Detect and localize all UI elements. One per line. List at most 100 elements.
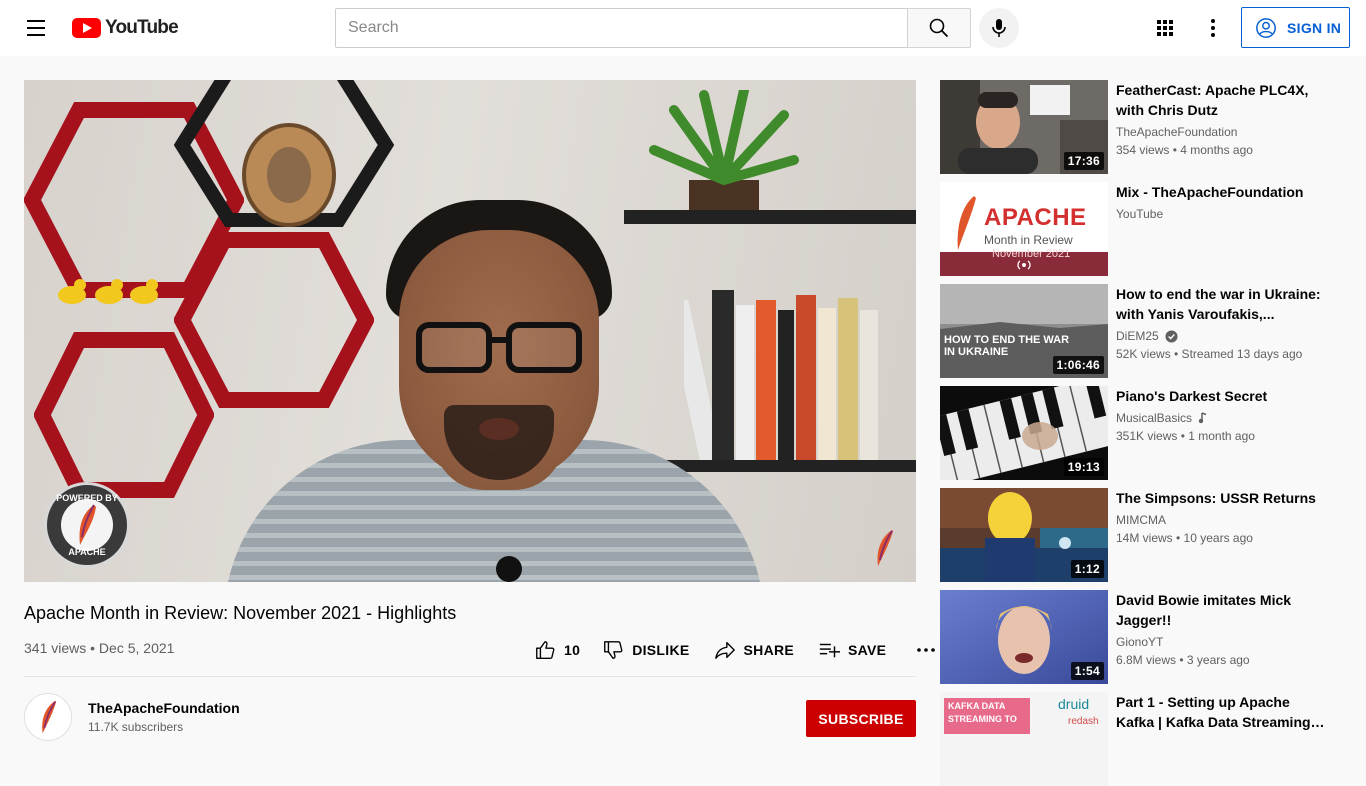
video-title[interactable]: David Bowie imitates Mick Jagger!! xyxy=(1116,590,1328,630)
subscribe-button[interactable]: SUBSCRIBE xyxy=(806,700,916,737)
dislike-label: DISLIKE xyxy=(632,642,690,658)
settings-more-button[interactable] xyxy=(1197,12,1229,44)
youtube-logo-icon xyxy=(72,18,101,38)
youtube-logo[interactable]: YouTube xyxy=(72,17,179,39)
thumb-brand-druid: druid xyxy=(1058,696,1090,712)
video-player[interactable]: POWERED BY APACHE xyxy=(24,80,916,582)
apps-button[interactable] xyxy=(1149,12,1181,44)
video-title[interactable]: Piano's Darkest Secret xyxy=(1116,386,1328,406)
channel-name[interactable]: TheApacheFoundation xyxy=(88,700,240,716)
more-horizontal-icon xyxy=(917,648,936,652)
search-icon xyxy=(929,18,949,38)
music-note-icon xyxy=(1198,412,1207,424)
related-mix-item[interactable]: APACHE Month in Review November 2021 Mix… xyxy=(940,182,1342,276)
info-divider xyxy=(24,676,916,677)
video-title: Apache Month in Review: November 2021 - … xyxy=(24,603,457,623)
masthead: YouTube SIGN IN xyxy=(0,0,1366,56)
more-actions-button[interactable] xyxy=(908,634,944,666)
related-video-item[interactable]: 19:13 Piano's Darkest Secret MusicalBasi… xyxy=(940,386,1342,480)
thumbs-down-icon xyxy=(604,641,623,659)
channel-avatar[interactable] xyxy=(24,693,72,741)
live-radio-icon xyxy=(1017,260,1031,270)
save-label: SAVE xyxy=(848,642,887,658)
presenter-glasses xyxy=(416,322,582,373)
search-input[interactable] xyxy=(336,9,908,47)
related-video-item[interactable]: 17:36 FeatherCast: Apache PLC4X, with Ch… xyxy=(940,80,1342,174)
video-duration: 17:36 xyxy=(1063,152,1104,170)
video-duration: 1:54 xyxy=(1070,662,1104,680)
channel-name: DiEM25 xyxy=(1116,329,1159,343)
sign-in-button[interactable]: SIGN IN xyxy=(1241,7,1350,48)
video-title[interactable]: How to end the war in Ukraine: with Yani… xyxy=(1116,284,1328,324)
presenter-mouth xyxy=(479,418,519,440)
video-stats: 354 views • 4 months ago xyxy=(1116,143,1253,157)
watermark-bottom-text: APACHE xyxy=(68,547,106,557)
thumb-brand-redash: redash xyxy=(1068,716,1099,727)
book-row xyxy=(684,290,878,470)
video-title[interactable]: Mix - TheApacheFoundation xyxy=(1116,182,1328,202)
thumb-caption: KAFKA DATA STREAMING TO xyxy=(948,701,1017,724)
red-hexagon-shelf xyxy=(34,332,214,498)
like-button[interactable]: 10 xyxy=(528,634,586,666)
thumb-caption: HOW TO END THE WAR IN UKRAINE xyxy=(944,334,1070,358)
related-video-item[interactable]: KAFKA DATA STREAMING TO druid redash Par… xyxy=(940,692,1342,786)
save-button[interactable]: SAVE xyxy=(812,634,892,666)
video-thumbnail[interactable]: 19:13 xyxy=(940,386,1108,480)
logo-text: YouTube xyxy=(105,17,179,38)
lapel-microphone xyxy=(496,556,522,582)
wood-slice-decor xyxy=(242,123,336,227)
video-duration: 1:12 xyxy=(1070,560,1104,578)
dislike-button[interactable]: DISLIKE xyxy=(596,634,695,666)
mix-thumbnail[interactable]: APACHE Month in Review November 2021 xyxy=(940,182,1108,276)
video-title[interactable]: Part 1 - Setting up Apache Kafka | Kafka… xyxy=(1116,692,1328,732)
search-button[interactable] xyxy=(907,8,971,48)
apache-feather-icon xyxy=(42,700,57,734)
more-vertical-icon xyxy=(1211,19,1215,37)
video-stats: 52K views • Streamed 13 days ago xyxy=(1116,347,1303,361)
channel-name: MusicalBasics xyxy=(1116,411,1193,425)
mix-thumb-subtitle: Month in Review xyxy=(984,233,1073,247)
potted-plant xyxy=(649,90,799,215)
related-video-item[interactable]: 1:54 David Bowie imitates Mick Jagger!! … xyxy=(940,590,1342,684)
video-stats: 14M views • 10 years ago xyxy=(1116,531,1253,545)
channel-name: TheApacheFoundation xyxy=(1116,125,1238,139)
video-thumbnail[interactable]: KAFKA DATA STREAMING TO druid redash xyxy=(940,692,1108,786)
video-channel: DiEM25 xyxy=(1116,329,1178,343)
video-thumbnail[interactable]: HOW TO END THE WAR IN UKRAINE 1:06:46 xyxy=(940,284,1108,378)
search-box xyxy=(335,8,908,48)
video-views-date: 341 views • Dec 5, 2021 xyxy=(24,640,175,656)
wall-shelf xyxy=(624,210,916,224)
video-channel: TheApacheFoundation xyxy=(1116,125,1237,139)
verified-badge-icon xyxy=(1165,329,1178,343)
apache-feather-icon xyxy=(79,504,96,545)
related-video-item[interactable]: HOW TO END THE WAR IN UKRAINE 1:06:46 Ho… xyxy=(940,284,1342,378)
video-stats: 351K views • 1 month ago xyxy=(1116,429,1255,443)
related-video-item[interactable]: 1:12 The Simpsons: USSR Returns MIMCMA 1… xyxy=(940,488,1342,582)
voice-search-button[interactable] xyxy=(979,8,1019,48)
video-channel: MIMCMA xyxy=(1116,513,1166,527)
like-count: 10 xyxy=(564,642,581,658)
video-stats: 6.8M views • 3 years ago xyxy=(1116,653,1250,667)
channel-name: MIMCMA xyxy=(1116,513,1166,527)
watermark-top-text: POWERED BY xyxy=(56,493,118,503)
video-title[interactable]: FeatherCast: Apache PLC4X, with Chris Du… xyxy=(1116,80,1328,120)
apache-feather-icon xyxy=(877,530,893,566)
share-button[interactable]: SHARE xyxy=(708,634,801,666)
video-channel: YouTube xyxy=(1116,207,1163,221)
playlist-add-icon xyxy=(819,643,841,658)
apps-grid-icon xyxy=(1157,20,1173,36)
video-title[interactable]: The Simpsons: USSR Returns xyxy=(1116,488,1328,508)
video-thumbnail[interactable]: 1:12 xyxy=(940,488,1108,582)
thumbs-up-icon xyxy=(536,641,555,659)
video-channel: GionoYT xyxy=(1116,635,1163,649)
video-thumbnail[interactable]: 17:36 xyxy=(940,80,1108,174)
powered-by-apache-watermark: POWERED BY APACHE xyxy=(44,482,130,568)
share-icon xyxy=(714,641,735,659)
sign-in-label: SIGN IN xyxy=(1287,19,1342,36)
share-label: SHARE xyxy=(743,642,795,658)
account-circle-icon xyxy=(1256,17,1276,38)
video-channel: MusicalBasics xyxy=(1116,411,1208,425)
channel-subscribers: 11.7K subscribers xyxy=(88,720,184,734)
menu-icon[interactable] xyxy=(20,16,52,40)
video-thumbnail[interactable]: 1:54 xyxy=(940,590,1108,684)
